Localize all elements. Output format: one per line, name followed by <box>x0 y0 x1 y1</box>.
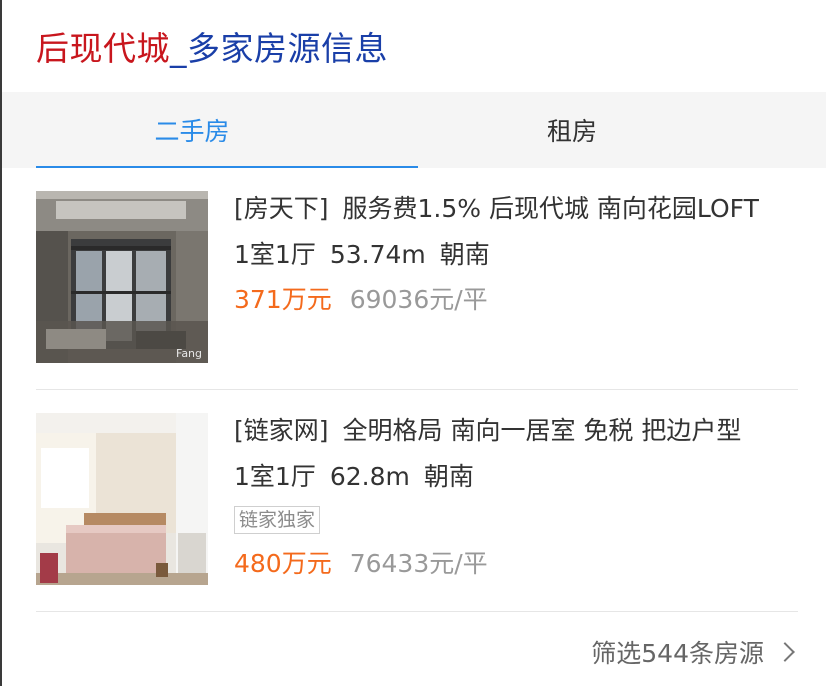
listing-price-line: 371万元 69036元/平 <box>234 278 798 322</box>
bedroom-interior-image <box>36 413 208 585</box>
filter-count-text: 筛选544条房源 <box>591 639 764 668</box>
house-listing-widget: 后现代城 _多家房源信息 二手房 租房 Fang [房天下] 服务费1.5% 后… <box>0 0 826 686</box>
listing-price: 480万元 <box>234 549 332 578</box>
listing-info: [房天下] 服务费1.5% 后现代城 南向花园LOFT 1室1厅 53.74m 朝南 … <box>234 186 798 389</box>
listing-area: 62.8m <box>329 462 410 491</box>
exclusive-tag: 链家独家 <box>234 506 321 534</box>
listing-specs: 1室1厅 53.74m 朝南 <box>234 232 798 278</box>
listing-title-line[interactable]: [链家网] 全明格局 南向一居室 免税 把边户型 <box>234 408 798 454</box>
tab-bar: 二手房 租房 <box>2 92 826 168</box>
image-watermark: Fang <box>176 347 202 360</box>
listing-tags: 链家独家 <box>234 500 798 542</box>
listing-orientation: 朝南 <box>423 462 474 491</box>
listing-photo[interactable]: Fang <box>36 191 208 363</box>
listing-price: 371万元 <box>234 285 332 314</box>
chevron-right-icon <box>775 642 795 662</box>
listing-source: [房天下] <box>234 194 329 223</box>
listing-info: [链家网] 全明格局 南向一居室 免税 把边户型 1室1厅 62.8m 朝南 链家独家… <box>234 408 798 611</box>
listing-photo[interactable] <box>36 413 208 585</box>
building-exterior-image: Fang <box>36 191 208 363</box>
title-suffix[interactable]: _多家房源信息 <box>170 22 388 70</box>
filter-more-link[interactable]: 筛选544条房源 <box>2 612 826 686</box>
tab-second-hand[interactable]: 二手房 <box>2 92 382 168</box>
listing-title: 服务费1.5% 后现代城 南向花园LOFT <box>342 194 759 223</box>
title-location[interactable]: 后现代城 <box>36 22 170 70</box>
listing-layout: 1室1厅 <box>234 462 316 491</box>
listing-price-line: 480万元 76433元/平 <box>234 542 798 586</box>
tab-rental[interactable]: 租房 <box>382 92 762 168</box>
listing-title-line[interactable]: [房天下] 服务费1.5% 后现代城 南向花园LOFT <box>234 186 798 232</box>
listing-title: 全明格局 南向一居室 免税 把边户型 <box>342 416 742 445</box>
listing-source: [链家网] <box>234 416 329 445</box>
listing-area: 53.74m <box>329 240 426 269</box>
listing-unit-price: 69036元/平 <box>349 285 488 314</box>
listing-item[interactable]: Fang [房天下] 服务费1.5% 后现代城 南向花园LOFT 1室1厅 53.7… <box>36 168 798 390</box>
listing-orientation: 朝南 <box>439 240 490 269</box>
listing-layout: 1室1厅 <box>234 240 316 269</box>
listing-specs: 1室1厅 62.8m 朝南 <box>234 454 798 500</box>
listing-item[interactable]: [链家网] 全明格局 南向一居室 免税 把边户型 1室1厅 62.8m 朝南 链家独家… <box>36 390 798 612</box>
listing-unit-price: 76433元/平 <box>349 549 488 578</box>
widget-header: 后现代城 _多家房源信息 <box>2 0 826 92</box>
